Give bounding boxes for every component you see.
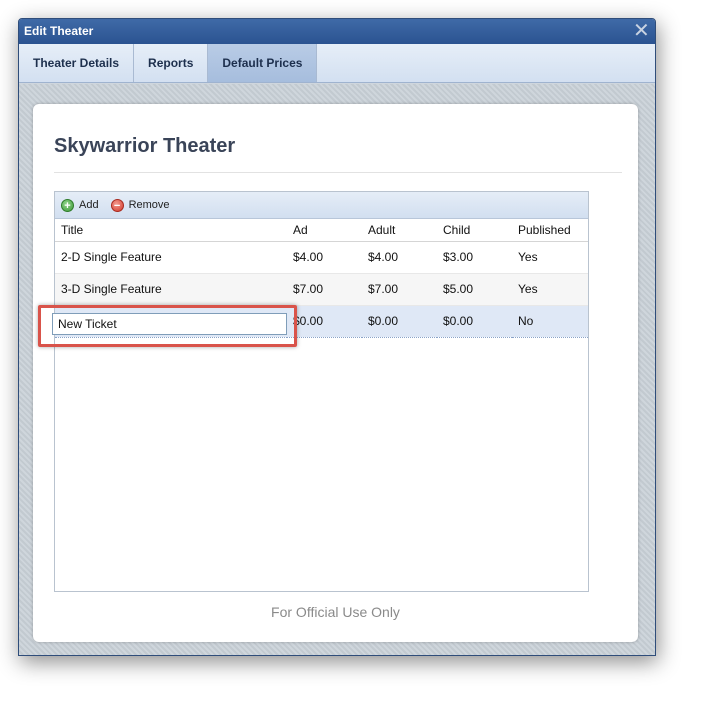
column-header-published[interactable]: Published [512,219,588,242]
tab-default-prices[interactable]: Default Prices [208,44,318,82]
column-header-ad[interactable]: Ad [287,219,362,242]
add-button-label: Add [79,199,99,211]
cell-title[interactable]: 2-D Single Feature [55,241,287,274]
content-area: Skywarrior Theater + Add − Remove Title … [19,84,655,655]
add-button[interactable]: + Add [61,198,99,212]
close-icon[interactable]: ✕ [633,19,650,44]
remove-button-label: Remove [128,199,170,211]
column-header-adult[interactable]: Adult [362,219,437,242]
remove-button[interactable]: − Remove [110,198,170,212]
cell-published[interactable]: Yes [512,273,588,306]
add-circle-icon: + [61,198,74,212]
tab-theater-details[interactable]: Theater Details [19,44,135,82]
cell-adult[interactable]: $0.00 [362,304,437,338]
column-header-title[interactable]: Title [55,219,287,242]
cell-child[interactable]: $5.00 [437,273,512,306]
cell-title[interactable]: 3-D Single Feature [55,273,287,306]
title-divider [54,172,622,173]
cell-ad[interactable]: $0.00 [287,304,362,338]
tab-reports[interactable]: Reports [134,44,209,82]
cell-ad[interactable]: $4.00 [287,241,362,274]
cell-ad[interactable]: $7.00 [287,273,362,306]
cell-published[interactable]: Yes [512,241,588,274]
footer-text: For Official Use Only [271,604,400,620]
prices-grid: + Add − Remove Title Ad Adult Child Publ… [54,191,589,592]
cell-child[interactable]: $0.00 [437,304,512,338]
grid-toolbar: + Add − Remove [55,192,588,219]
page-title: Skywarrior Theater [54,135,236,157]
title-editor-input[interactable] [52,313,287,335]
table-row[interactable]: 3-D Single Feature $7.00 $7.00 $5.00 Yes [55,273,588,306]
prices-panel: Skywarrior Theater + Add − Remove Title … [33,104,638,642]
dialog-title: Edit Theater [24,24,94,38]
table-row[interactable]: 2-D Single Feature $4.00 $4.00 $3.00 Yes [55,241,588,274]
column-header-child[interactable]: Child [437,219,512,242]
remove-circle-icon: − [110,198,124,212]
tab-bar: Theater Details Reports Default Prices [19,44,655,83]
cell-published[interactable]: No [512,304,588,338]
cell-child[interactable]: $3.00 [437,241,512,274]
table-header-row: Title Ad Adult Child Published [55,219,588,242]
cell-adult[interactable]: $4.00 [362,241,437,274]
dialog-titlebar[interactable]: Edit Theater ✕ [19,19,655,44]
cell-adult[interactable]: $7.00 [362,273,437,306]
